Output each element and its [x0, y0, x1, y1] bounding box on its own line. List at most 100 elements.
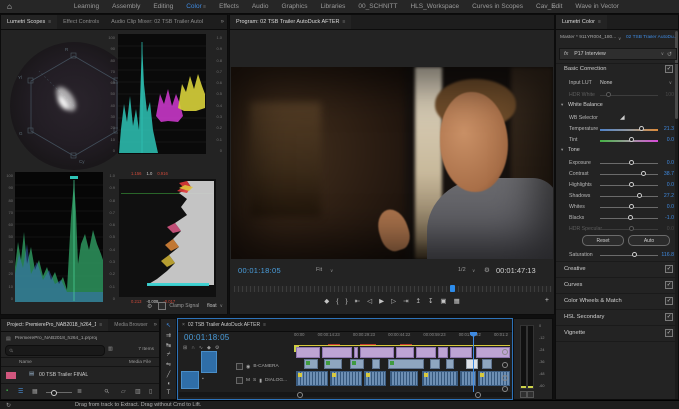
video-clip[interactable]: [350, 359, 364, 369]
button-editor-plus[interactable]: +: [545, 297, 549, 304]
workspace-tabs[interactable]: LearningAssemblyEditingColorEffectsAudio…: [74, 3, 619, 10]
video-clip[interactable]: [446, 359, 454, 369]
slider-knob[interactable]: [629, 137, 634, 142]
delete-button[interactable]: ▯: [149, 388, 152, 395]
video-clip[interactable]: [296, 347, 320, 358]
input-lut-select[interactable]: None: [600, 80, 612, 86]
new-bin-button[interactable]: ▱: [121, 388, 126, 395]
creative-checkbox[interactable]: ✓: [665, 265, 673, 273]
workspace-tab[interactable]: Color: [186, 3, 206, 10]
ripple-edit-tool[interactable]: ↹: [166, 342, 171, 349]
target-clip-label[interactable]: 02 TSB Trailer AutoDu...: [626, 35, 676, 40]
column-media-file[interactable]: Media File: [129, 360, 151, 365]
solo-meter-button[interactable]: [520, 391, 527, 398]
video-clip[interactable]: [354, 347, 358, 358]
highlights-value[interactable]: 0.0: [667, 182, 674, 188]
curves-checkbox[interactable]: ✓: [665, 281, 673, 289]
add-marker-button[interactable]: ◆: [324, 297, 329, 305]
video-clip-selected[interactable]: [466, 359, 478, 369]
workspace-tab[interactable]: Editing: [153, 3, 173, 10]
search-in-button[interactable]: ▥: [108, 346, 113, 352]
saturation-value[interactable]: 116.8: [661, 252, 674, 258]
mark-out-button[interactable]: }: [345, 298, 347, 305]
slider-knob[interactable]: [632, 252, 637, 257]
ruler-label[interactable]: 00:01:2: [494, 332, 508, 337]
contrast-slider[interactable]: [600, 174, 658, 175]
panel-menu-icon[interactable]: ≡: [263, 322, 266, 328]
tint-slider[interactable]: [600, 140, 658, 142]
slider-knob[interactable]: [641, 171, 646, 176]
track-collapse-toggle[interactable]: [502, 362, 508, 368]
vignette-section[interactable]: Vignette: [564, 330, 585, 336]
video-clip[interactable]: [322, 347, 352, 358]
project-item-sequence[interactable]: 00 TSB Trailer FINAL: [39, 372, 88, 378]
shadows-slider[interactable]: [600, 196, 658, 197]
slider-knob[interactable]: [628, 215, 633, 220]
basic-correction-section[interactable]: Basic Correction: [564, 66, 607, 72]
lift-button[interactable]: ↥: [416, 297, 421, 305]
zoom-slider-knob[interactable]: [51, 390, 57, 396]
video-clip[interactable]: [324, 359, 342, 369]
go-to-in-button[interactable]: ⇤: [355, 297, 360, 305]
panel-menu-icon[interactable]: ≡: [598, 19, 601, 25]
temperature-slider[interactable]: [600, 129, 658, 131]
slider-knob[interactable]: [639, 126, 644, 131]
temperature-value[interactable]: 21.3: [664, 126, 674, 132]
scrollbar-thumb[interactable]: [675, 31, 678, 119]
type-tool[interactable]: T: [167, 390, 171, 396]
sequence-tab-label[interactable]: 02 TSB Trailer AutoDuck AFTER: [188, 322, 260, 328]
workspace-tab[interactable]: Graphics: [281, 3, 307, 10]
workspace-tab[interactable]: HLS_Workspace: [410, 3, 459, 10]
track-collapse-toggle[interactable]: [502, 375, 508, 381]
column-name[interactable]: Name: [19, 360, 32, 365]
hsl-secondary-section[interactable]: HSL Secondary: [564, 314, 604, 320]
whites-slider[interactable]: [600, 207, 658, 208]
find-button[interactable]: ⚲: [103, 387, 111, 395]
audio-clip[interactable]: [330, 371, 362, 386]
contrast-value[interactable]: 38.7: [664, 171, 674, 177]
ruler-label[interactable]: 00:00: [294, 332, 304, 337]
step-forward-button[interactable]: ▷: [391, 297, 396, 305]
video-clip[interactable]: [450, 347, 472, 358]
creative-section[interactable]: Creative: [564, 266, 586, 272]
tab-project[interactable]: Project: PremierePro_NAB2018_h264_1 ≡: [1, 319, 108, 331]
basic-correction-checkbox[interactable]: ✓: [665, 65, 673, 73]
timeline-playhead[interactable]: [473, 332, 474, 392]
shadows-value[interactable]: 27.2: [664, 193, 674, 199]
ruler-label[interactable]: 00:01:14:22: [459, 332, 481, 337]
go-to-out-button[interactable]: ⇥: [403, 297, 408, 305]
play-button[interactable]: ▶: [379, 297, 384, 305]
ruler-label[interactable]: 00:00:29:23: [353, 332, 375, 337]
zoom-level-select[interactable]: Fit: [316, 267, 322, 273]
scrollbar-handle[interactable]: [297, 392, 303, 398]
scale-select[interactable]: float: [207, 303, 216, 309]
collapse-icon[interactable]: ▾: [561, 147, 563, 153]
workspace-tab[interactable]: Effects: [219, 3, 239, 10]
reset-effect-icon[interactable]: ↺: [667, 51, 672, 58]
exposure-value[interactable]: 0.0: [667, 160, 674, 166]
list-view-button[interactable]: ☰: [18, 388, 23, 395]
clamp-signal-checkbox[interactable]: [158, 302, 166, 310]
audio-clip[interactable]: [364, 371, 386, 386]
video-clip[interactable]: [482, 359, 492, 369]
tab-lumetri-color[interactable]: Lumetri Color ≡: [556, 15, 607, 29]
razor-tool[interactable]: ⌿: [167, 352, 171, 359]
curves-section[interactable]: Curves: [564, 282, 582, 288]
workspace-tab[interactable]: Audio: [252, 3, 269, 10]
video-clip[interactable]: [430, 359, 440, 369]
timeline-scrollbar[interactable]: [179, 392, 511, 397]
video-clip[interactable]: [438, 347, 448, 358]
collapse-icon[interactable]: ▾: [561, 102, 563, 108]
tint-value[interactable]: 0.0: [667, 137, 674, 143]
timeline-timecode[interactable]: 00:01:18:05: [184, 333, 230, 342]
hsl-secondary-checkbox[interactable]: ✓: [665, 313, 673, 321]
extract-button[interactable]: ↧: [428, 297, 433, 305]
blacks-slider[interactable]: [600, 218, 658, 219]
pen-tool[interactable]: ╱: [167, 371, 171, 378]
zoom-slider[interactable]: [46, 392, 72, 393]
color-wheels-checkbox[interactable]: ✓: [665, 297, 673, 305]
mute-meter-button[interactable]: [527, 391, 534, 398]
workspace-tab[interactable]: Libraries: [320, 3, 345, 10]
playback-resolution-select[interactable]: 1/2: [458, 267, 466, 273]
tab-audio-clip-mixer[interactable]: Audio Clip Mixer: 02 TSB Trailer AutoDuc…: [105, 15, 209, 29]
